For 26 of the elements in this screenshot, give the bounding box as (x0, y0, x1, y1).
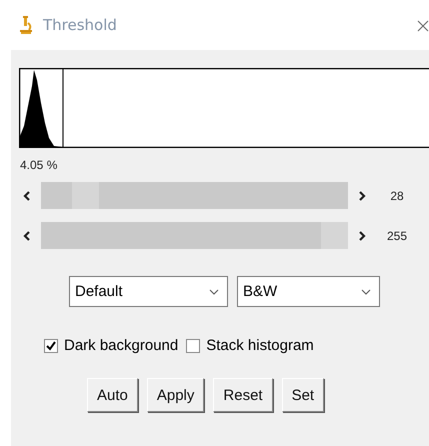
dropdown[interactable]: B&W (237, 276, 380, 307)
slider-value: 255 (386, 228, 408, 242)
window-title: Threshold (43, 16, 117, 34)
chevron-right-icon[interactable] (358, 190, 366, 200)
dialog-button[interactable]: Apply (146, 378, 204, 412)
slider-thumb[interactable] (72, 182, 99, 209)
checkbox-label: Stack histogram (206, 337, 314, 354)
slider-thumb[interactable] (321, 222, 348, 249)
chevron-right-icon[interactable] (358, 230, 366, 240)
dialog-button[interactable]: Reset (213, 378, 273, 412)
chevron-down-icon (361, 288, 371, 294)
checkbox[interactable] (186, 338, 200, 352)
microscope-icon (19, 16, 33, 34)
slider-value: 28 (389, 188, 405, 202)
slider-track[interactable] (41, 182, 348, 209)
slider-track[interactable] (41, 222, 348, 249)
checkbox[interactable] (44, 338, 58, 352)
percent-label: 4.05 % (20, 158, 58, 172)
dropdown[interactable]: Default (69, 276, 228, 307)
chevron-left-icon[interactable] (23, 190, 31, 200)
close-icon[interactable] (417, 20, 429, 32)
checkbox-label: Dark background (64, 337, 178, 354)
dialog-button[interactable]: Set (282, 378, 324, 412)
dialog-button[interactable]: Auto (87, 378, 138, 412)
chevron-left-icon[interactable] (23, 230, 31, 240)
chevron-down-icon (209, 288, 219, 294)
